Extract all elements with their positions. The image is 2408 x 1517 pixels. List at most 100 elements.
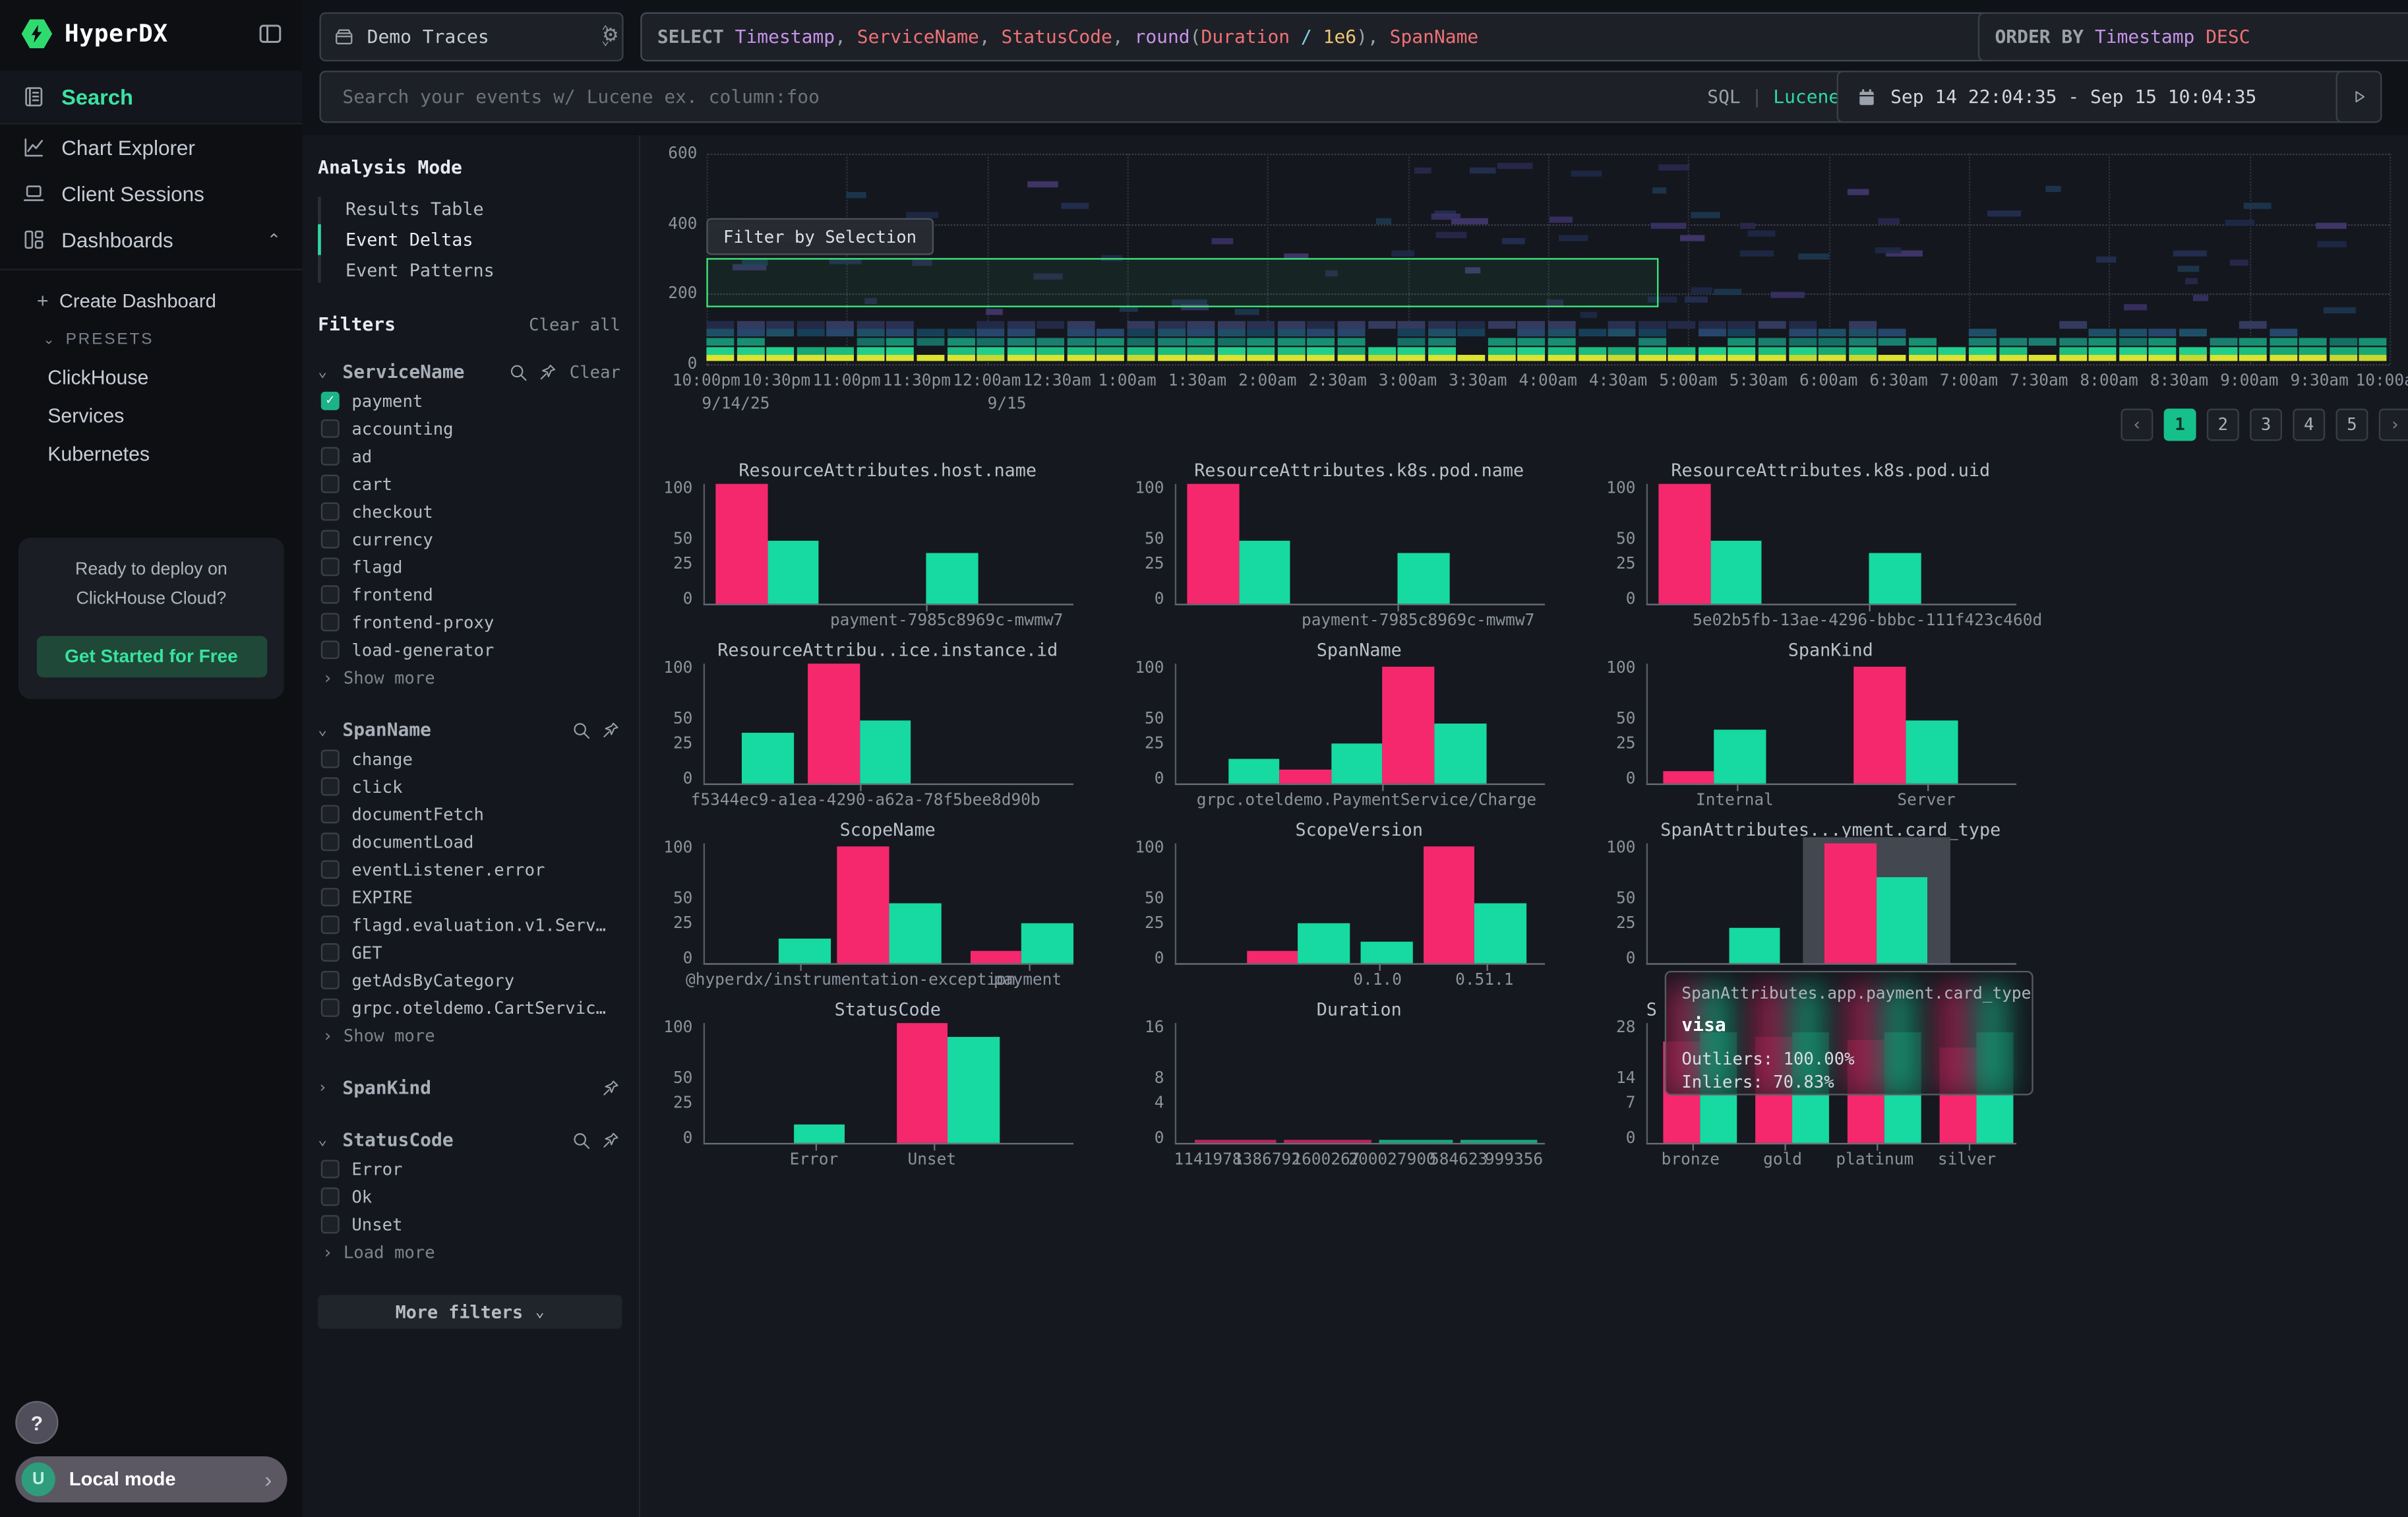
checkbox[interactable] xyxy=(321,805,340,823)
show-more-button[interactable]: ›Load more xyxy=(318,1238,620,1267)
more-filters-button[interactable]: More filters ⌄ xyxy=(318,1295,622,1328)
bar-outliers[interactable] xyxy=(1383,667,1434,784)
filter-checkbox-row[interactable]: documentLoad xyxy=(318,828,620,855)
filter-checkbox-row[interactable]: flagd.evaluation.v1.Serv… xyxy=(318,911,620,939)
local-mode-button[interactable]: U Local mode › xyxy=(15,1456,287,1502)
filter-checkbox-row[interactable]: EXPIRE xyxy=(318,883,620,911)
analysis-mode-event-patterns[interactable]: Event Patterns xyxy=(318,255,620,286)
checkbox[interactable] xyxy=(321,860,340,879)
page-button-1[interactable]: 1 xyxy=(2164,409,2196,441)
bar-outliers[interactable] xyxy=(1659,484,1710,604)
bar-outliers[interactable] xyxy=(1195,1139,1276,1142)
filter-checkbox-row[interactable]: load-generator xyxy=(318,636,620,664)
help-button[interactable]: ? xyxy=(15,1401,58,1444)
bar-inliers[interactable] xyxy=(1239,542,1290,604)
filter-checkbox-row[interactable]: Ok xyxy=(318,1183,620,1210)
duration-heatmap[interactable]: Filter by Selection xyxy=(706,154,2390,364)
sql-select-editor[interactable]: SELECT Timestamp, ServiceName, StatusCod… xyxy=(640,13,1997,62)
sidebar-item-search[interactable]: Search xyxy=(0,71,303,123)
filter-checkbox-row[interactable]: accounting xyxy=(318,415,620,443)
show-more-button[interactable]: ›Show more xyxy=(318,1022,620,1051)
pin-icon[interactable] xyxy=(601,1130,620,1150)
page-button-2[interactable]: 2 xyxy=(2207,409,2239,441)
checkbox[interactable] xyxy=(321,778,340,796)
checkbox[interactable] xyxy=(321,419,340,438)
clear-group-button[interactable]: Clear xyxy=(570,361,620,381)
bar-inliers[interactable] xyxy=(1714,729,1766,784)
analysis-mode-results-table[interactable]: Results Table xyxy=(318,193,620,224)
chart-plot[interactable] xyxy=(704,1023,1073,1144)
get-started-button[interactable]: Get Started for Free xyxy=(36,635,266,677)
checkbox[interactable] xyxy=(321,971,340,989)
filter-checkbox-row[interactable]: Error xyxy=(318,1155,620,1183)
bar-inliers[interactable] xyxy=(1434,724,1486,784)
chart-plot[interactable] xyxy=(704,844,1073,965)
presets-header[interactable]: ⌄ PRESETS xyxy=(0,321,303,358)
clear-all-button[interactable]: Clear all xyxy=(529,314,620,334)
bar-inliers[interactable] xyxy=(1397,553,1449,604)
collapse-sidebar-icon[interactable] xyxy=(256,20,284,47)
bar-outliers[interactable] xyxy=(1283,1139,1371,1142)
bar-inliers[interactable] xyxy=(1228,760,1279,784)
bar-inliers[interactable] xyxy=(1475,903,1526,963)
date-range-picker[interactable]: Sep 14 22:04:35 - Sep 15 10:04:35 xyxy=(1837,71,2347,123)
page-button-4[interactable]: 4 xyxy=(2293,409,2325,441)
checkbox[interactable]: ✓ xyxy=(321,392,340,410)
checkbox[interactable] xyxy=(321,503,340,521)
bar-outliers[interactable] xyxy=(1188,484,1239,604)
filter-checkbox-row[interactable]: flagd xyxy=(318,553,620,580)
run-query-button[interactable] xyxy=(2336,71,2382,123)
bar-outliers[interactable] xyxy=(1280,769,1331,784)
sidebar-item-create-dashboard[interactable]: + Create Dashboard xyxy=(0,280,303,321)
checkbox[interactable] xyxy=(321,832,340,851)
checkbox[interactable] xyxy=(321,557,340,576)
search-icon[interactable] xyxy=(571,720,591,739)
sql-mode[interactable]: SQL xyxy=(1707,86,1741,108)
page-button-3[interactable]: 3 xyxy=(2250,409,2282,441)
sidebar-item-client-sessions[interactable]: Client Sessions xyxy=(0,171,303,217)
chart-plot[interactable] xyxy=(1175,1023,1545,1144)
filter-group-statuscode[interactable]: ⌄StatusCode xyxy=(318,1125,620,1156)
bar-inliers[interactable] xyxy=(1331,744,1383,784)
checkbox[interactable] xyxy=(321,943,340,962)
bar-inliers[interactable] xyxy=(860,721,911,783)
bar-inliers[interactable] xyxy=(742,733,793,784)
language-toggle[interactable]: SQL | Lucene xyxy=(1707,86,1840,108)
filter-by-selection-button[interactable]: Filter by Selection xyxy=(706,218,933,255)
pin-icon[interactable] xyxy=(537,361,557,381)
bar-outliers[interactable] xyxy=(808,664,860,784)
filter-group-spankind[interactable]: ›SpanKind xyxy=(318,1072,620,1103)
checkbox[interactable] xyxy=(321,613,340,631)
bar-outliers[interactable] xyxy=(1824,844,1876,964)
filter-checkbox-row[interactable]: click xyxy=(318,773,620,801)
bar-outliers[interactable] xyxy=(1662,772,1714,784)
page-prev-button[interactable]: ‹ xyxy=(2121,409,2153,441)
chart-plot[interactable] xyxy=(1175,844,1545,965)
sidebar-item-chart-explorer[interactable]: Chart Explorer xyxy=(0,125,303,171)
bar-inliers[interactable] xyxy=(1877,877,1928,964)
filter-checkbox-row[interactable]: Unset xyxy=(318,1210,620,1238)
filter-checkbox-row[interactable]: cart xyxy=(318,470,620,498)
bar-inliers[interactable] xyxy=(1906,721,1957,783)
checkbox[interactable] xyxy=(321,999,340,1017)
checkbox[interactable] xyxy=(321,888,340,906)
bar-inliers[interactable] xyxy=(1379,1139,1453,1142)
filter-checkbox-row[interactable]: grpc.oteldemo.CartServic… xyxy=(318,994,620,1022)
filter-checkbox-row[interactable]: eventListener.error xyxy=(318,855,620,883)
filter-checkbox-row[interactable]: ad xyxy=(318,443,620,470)
chart-plot[interactable] xyxy=(1175,664,1545,785)
bar-outliers[interactable] xyxy=(716,484,768,604)
filter-checkbox-row[interactable]: documentFetch xyxy=(318,800,620,828)
bar-outliers[interactable] xyxy=(971,951,1022,963)
checkbox[interactable] xyxy=(321,447,340,466)
checkbox[interactable] xyxy=(321,750,340,768)
search-icon[interactable] xyxy=(508,361,528,381)
order-by-editor[interactable]: ORDER BY Timestamp DESC xyxy=(1978,13,2408,62)
checkbox[interactable] xyxy=(321,1187,340,1206)
chart-plot[interactable] xyxy=(1175,484,1545,605)
bar-outliers[interactable] xyxy=(1424,847,1475,963)
filter-checkbox-row[interactable]: change xyxy=(318,745,620,773)
sidebar-preset-services[interactable]: Services xyxy=(0,396,303,435)
chart-plot[interactable] xyxy=(1646,844,2016,965)
sidebar-item-dashboards[interactable]: Dashboards⌃ xyxy=(0,216,303,263)
